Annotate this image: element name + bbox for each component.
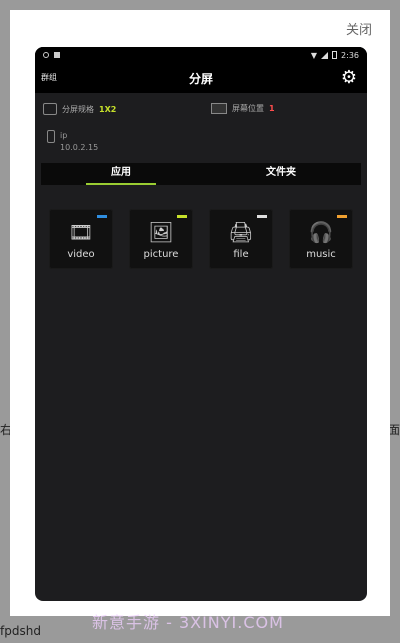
signal-icon	[321, 51, 329, 59]
picture-badge	[177, 215, 187, 218]
notification-icon	[43, 52, 49, 58]
music-badge	[337, 215, 347, 218]
ip-label: ip	[60, 131, 68, 140]
page-title: 分屏	[188, 71, 213, 86]
video-badge	[97, 215, 107, 218]
split-spec-value: 1X2	[99, 104, 117, 114]
gear-icon[interactable]: ⚙	[339, 68, 359, 88]
screen-position-row: 屏幕位置 1	[211, 103, 275, 114]
screen-position-label: 屏幕位置	[232, 104, 264, 113]
phone-icon	[47, 130, 55, 143]
app-label: video	[67, 249, 95, 260]
app-notification-icon	[54, 52, 60, 58]
close-button[interactable]: 关闭	[346, 19, 372, 38]
battery-icon	[332, 51, 338, 59]
app-label: music	[306, 249, 336, 260]
file-badge	[257, 215, 267, 218]
app-video[interactable]: 🎞 video	[49, 209, 113, 269]
app-file[interactable]: 🖨 file	[209, 209, 273, 269]
app-label: file	[233, 249, 249, 260]
status-time: 2:36	[341, 50, 359, 60]
background-text-bottom: fpdshd	[0, 624, 41, 638]
tab-apps[interactable]: 应用	[41, 163, 201, 185]
app-grid: 🎞 video 🖼 picture 🖨 file 🎧 music	[35, 185, 367, 305]
picture-icon: 🖼	[148, 220, 174, 244]
tab-bar: 应用 文件夹	[41, 163, 361, 185]
headphones-icon: 🎧	[308, 220, 334, 244]
app-picture[interactable]: 🖼 picture	[129, 209, 193, 269]
ip-row: ip 10.0.2.15	[47, 130, 98, 154]
ip-value: 10.0.2.15	[60, 143, 99, 152]
split-spec-row: 分屏规格 1X2	[43, 103, 116, 115]
device-info: 分屏规格 1X2 屏幕位置 1 ip 10.0.2.15	[35, 93, 367, 163]
watermark: 新意手游 - 3XINYI.COM	[92, 613, 284, 632]
title-bar: 群组 分屏 ⚙	[35, 63, 367, 93]
app-label: picture	[143, 249, 179, 260]
network-icon	[43, 103, 57, 115]
printer-icon: 🖨	[228, 220, 254, 244]
group-button[interactable]: 群组	[41, 72, 57, 83]
wifi-icon: ▼	[310, 50, 318, 60]
modal-dialog: 关闭 ▼ 2:36 群组 分屏 ⚙ 分屏规格 1X2 屏幕位置 1 ip 10.…	[10, 10, 390, 616]
phone-screenshot: ▼ 2:36 群组 分屏 ⚙ 分屏规格 1X2 屏幕位置 1 ip 10.0.2…	[35, 47, 367, 601]
monitor-icon	[211, 103, 227, 114]
screen-position-value: 1	[269, 104, 275, 113]
status-bar: ▼ 2:36	[35, 47, 367, 63]
split-spec-label: 分屏规格	[62, 104, 94, 114]
tab-folders[interactable]: 文件夹	[201, 163, 361, 185]
app-music[interactable]: 🎧 music	[289, 209, 353, 269]
film-icon: 🎞	[68, 220, 94, 244]
